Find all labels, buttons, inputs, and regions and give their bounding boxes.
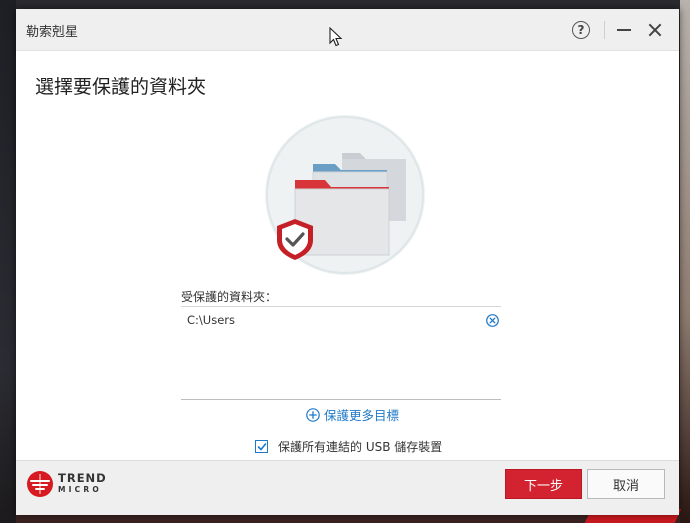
footer-bar: TREND MICRO 下一步 取消 [16,460,679,515]
window-controls: ? [572,17,673,43]
window-title: 勒索剋星 [26,25,79,40]
checkmark-icon [257,442,266,450]
usb-protection-option[interactable]: 保護所有連結的 USB 儲存裝置 [255,438,442,455]
trend-micro-logo-icon [27,471,53,497]
mouse-cursor-icon [329,27,343,47]
usb-protection-checkbox[interactable] [255,440,268,453]
logo-wordmark: TREND MICRO [58,471,107,495]
desktop-background-right [680,0,690,523]
logo-line-trend: TREND [58,471,107,485]
logo-line-micro: MICRO [58,485,102,494]
cancel-button[interactable]: 取消 [587,469,665,499]
list-item[interactable]: C:\Users [181,307,501,331]
protected-folders-list: C:\Users [181,306,501,400]
add-circle-icon [306,407,320,422]
close-button[interactable] [647,22,663,38]
app-window: 勒索剋星 ? 選擇要保護的資料夾 受保護的資料夾： C:\Users 保護更多目… [16,9,679,515]
trend-micro-logo: TREND MICRO [26,470,107,498]
next-button[interactable]: 下一步 [505,469,582,499]
usb-protection-label: 保護所有連結的 USB 儲存裝置 [278,440,443,454]
title-bar[interactable]: 勒索剋星 ? [16,9,679,51]
remove-folder-icon[interactable] [486,314,499,327]
protected-folders-illustration [265,115,425,275]
page-title: 選擇要保護的資料夾 [35,76,207,98]
add-more-targets-link[interactable]: 保護更多目標 [306,405,399,424]
desktop-background-left [0,0,16,523]
help-button[interactable]: ? [572,21,590,39]
add-more-label: 保護更多目標 [324,408,400,423]
protected-folders-label: 受保護的資料夾： [181,290,278,304]
title-divider [604,21,605,39]
minimize-button[interactable] [617,29,631,31]
help-icon: ? [577,23,585,37]
folder-path: C:\Users [187,313,235,327]
